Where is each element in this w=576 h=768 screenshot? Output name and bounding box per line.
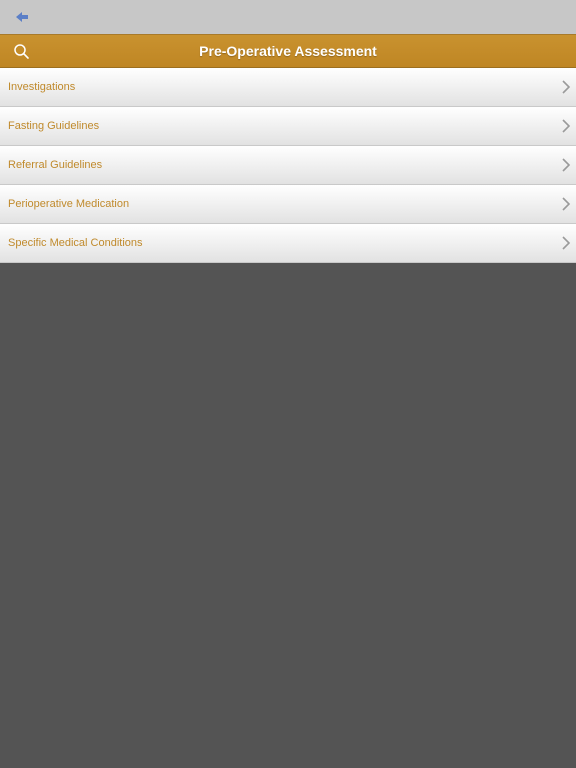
menu-item-perioperative-medication[interactable]: Perioperative Medication [0,185,576,224]
chevron-right-icon [562,158,571,172]
chevron-right-icon [562,119,571,133]
title-bar: Pre-Operative Assessment [0,34,576,68]
menu-item-label: Perioperative Medication [8,198,130,210]
arrow-left-icon [16,12,28,22]
menu-item-label: Investigations [8,81,76,93]
menu-item-label: Fasting Guidelines [8,120,100,132]
menu-list: Investigations Fasting Guidelines Referr… [0,68,576,263]
menu-item-label: Specific Medical Conditions [8,237,143,249]
back-button[interactable] [14,9,30,25]
navigation-bar [0,0,576,34]
chevron-right-icon [562,236,571,250]
menu-item-fasting-guidelines[interactable]: Fasting Guidelines [0,107,576,146]
chevron-right-icon [562,80,571,94]
menu-item-investigations[interactable]: Investigations [0,68,576,107]
menu-item-referral-guidelines[interactable]: Referral Guidelines [0,146,576,185]
page-title: Pre-Operative Assessment [199,43,377,59]
menu-item-specific-medical-conditions[interactable]: Specific Medical Conditions [0,224,576,263]
menu-item-label: Referral Guidelines [8,159,103,171]
chevron-right-icon [562,197,571,211]
